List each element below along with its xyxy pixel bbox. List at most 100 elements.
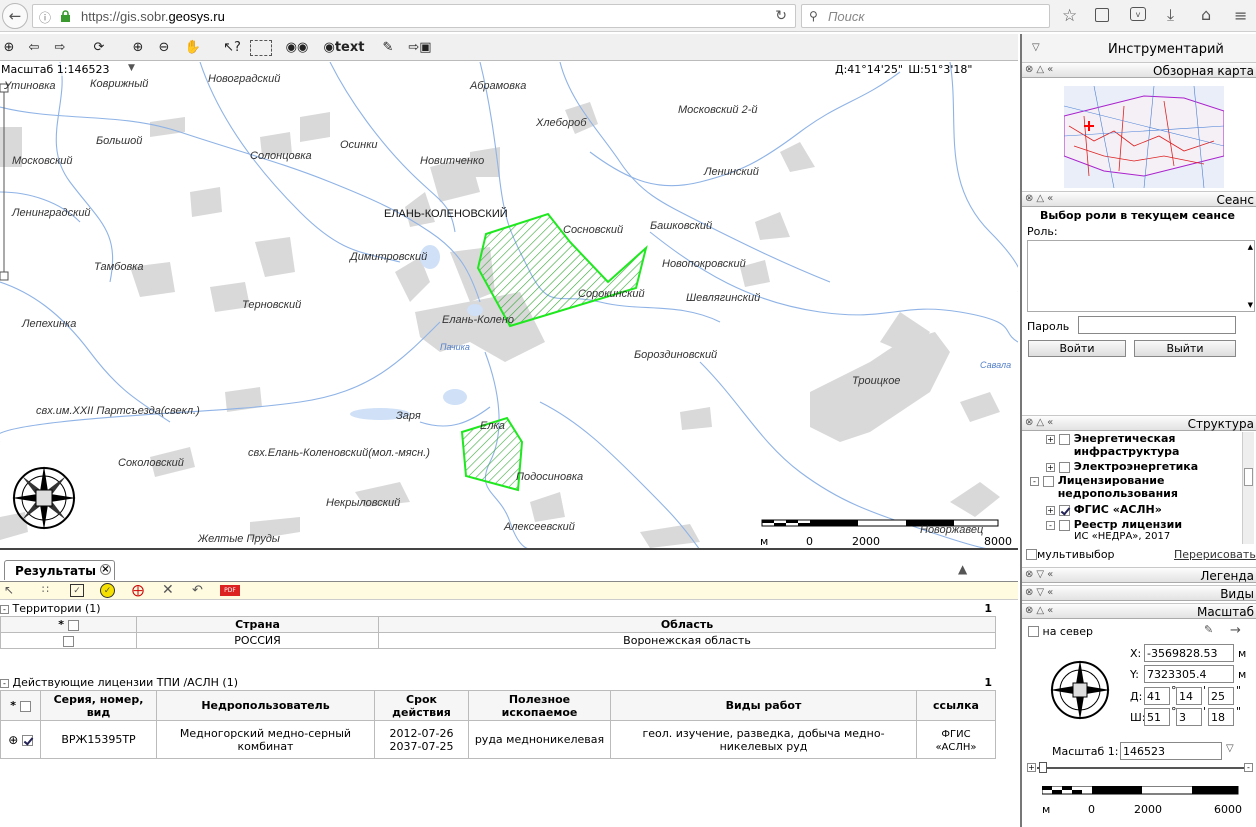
north-checkbox[interactable]: [1028, 626, 1039, 637]
chevron-down-icon[interactable]: ▼: [128, 63, 135, 73]
fgis-link[interactable]: ФГИС «АСЛН»: [935, 729, 976, 753]
delete-icon[interactable]: ✕: [162, 582, 174, 598]
reader-list-icon[interactable]: [1095, 8, 1109, 22]
multiselect-checkbox[interactable]: [1026, 549, 1037, 560]
close-icon[interactable]: ×: [99, 564, 111, 575]
chevron-down-icon[interactable]: ▽: [1226, 743, 1234, 754]
find-text-button[interactable]: ◉text: [320, 37, 368, 58]
export-icon[interactable]: ⇨▣: [406, 37, 434, 58]
overview-header[interactable]: ⊗△« Обзорная карта: [1022, 62, 1256, 78]
results-tab[interactable]: Результаты ×: [4, 560, 115, 580]
map-label: Елань-Колено: [442, 314, 515, 326]
identify-arrow-icon[interactable]: ↖?: [220, 37, 244, 58]
map-canvas[interactable]: Масштаб 1:146523 ▼ Д:41°14'25" Ш:51°3'18…: [0, 62, 1018, 550]
tree-scrollbar[interactable]: [1242, 432, 1254, 544]
zoom-to-icon[interactable]: ⊕: [8, 733, 18, 747]
tree-item[interactable]: + Энергетическая инфраструктура: [1046, 432, 1204, 458]
views-header[interactable]: ⊗▽« Виды: [1022, 585, 1256, 601]
y-coordinate-input[interactable]: 7323305.4: [1144, 665, 1234, 683]
tree-item[interactable]: + ФГИС «АСЛН»: [1046, 503, 1162, 516]
scale-input[interactable]: 146523: [1120, 742, 1222, 760]
zoom-in-icon[interactable]: ⊕: [128, 37, 148, 58]
row-checkbox[interactable]: [63, 635, 74, 647]
info-icon[interactable]: ⓘ: [39, 9, 51, 26]
pan-hand-icon[interactable]: ✋: [182, 37, 204, 58]
logout-button[interactable]: Выйти: [1134, 340, 1236, 357]
pointer-icon[interactable]: ↖: [4, 583, 14, 597]
overview-map[interactable]: [1064, 86, 1224, 188]
lon-min-input[interactable]: 14: [1176, 687, 1202, 705]
measure-ruler-icon[interactable]: ✎: [378, 37, 398, 58]
map-label: Желтые Пруды: [198, 533, 280, 545]
back-arrow-icon[interactable]: ←: [2, 3, 28, 29]
pocket-icon[interactable]: v: [1130, 7, 1146, 21]
tree-item[interactable]: + Электроэнергетика: [1046, 460, 1198, 473]
map-label: Московский 2-й: [678, 104, 758, 116]
highlight-icon[interactable]: ✓: [100, 583, 115, 598]
map-label: Ленинградский: [12, 207, 91, 219]
collapse-panel-icon[interactable]: ▲: [958, 562, 967, 576]
scale-header[interactable]: ⊗△« Масштаб: [1022, 603, 1256, 619]
browser-toolbar: ← ⓘ https://gis.sobr.geosys.ru ↻ ⚲ Поиск…: [0, 0, 1256, 32]
address-bar[interactable]: ⓘ https://gis.sobr.geosys.ru ↻: [32, 4, 796, 28]
scale-bar: [1042, 786, 1239, 795]
chevron-down-icon[interactable]: ▽: [1032, 42, 1040, 53]
north-option[interactable]: на север: [1028, 625, 1093, 638]
edit-coords-icon[interactable]: ✎: [1204, 623, 1213, 636]
collapse-icon: -: [0, 678, 9, 688]
select-rect-icon[interactable]: [250, 40, 272, 56]
session-header[interactable]: ⊗△« Сеанс: [1022, 191, 1256, 207]
tree-item[interactable]: - Реестр лицензии: [1046, 518, 1182, 531]
structure-header[interactable]: ⊗△« Структура: [1022, 415, 1256, 431]
globe-icon[interactable]: ⊕: [0, 37, 18, 58]
menu-icon[interactable]: ≡: [1234, 6, 1247, 25]
tree-item[interactable]: - Лицензирование недропользования: [1030, 474, 1208, 500]
bookmark-star-icon[interactable]: ☆: [1062, 6, 1077, 26]
clear-selection-icon[interactable]: ⨁: [132, 583, 144, 597]
goto-arrow-icon[interactable]: →: [1230, 623, 1241, 638]
x-label: X:: [1130, 647, 1142, 660]
map-label: Терновский: [242, 299, 302, 311]
lat-deg-input[interactable]: 51: [1144, 708, 1170, 726]
pdf-icon[interactable]: PDF: [220, 585, 240, 596]
group-header-territories[interactable]: - Территории (1) 1: [0, 602, 1000, 616]
x-unit: м: [1238, 647, 1247, 660]
find-binoculars-icon[interactable]: ◉◉: [280, 37, 314, 58]
legend-header[interactable]: ⊗▽« Легенда: [1022, 567, 1256, 583]
search-bar[interactable]: ⚲ Поиск: [801, 4, 1050, 28]
lat-min-input[interactable]: 3: [1176, 708, 1202, 726]
undo-icon[interactable]: ↶: [192, 583, 203, 598]
check-all-icon[interactable]: ✓: [70, 584, 84, 597]
role-select-list[interactable]: ▲ ▼: [1027, 240, 1255, 312]
home-icon[interactable]: ⌂: [1201, 5, 1211, 24]
multiselect-option[interactable]: мультивыбор: [1026, 548, 1115, 561]
zoom-out-icon[interactable]: ⊖: [154, 37, 174, 58]
reload-icon[interactable]: ↻: [775, 8, 787, 24]
download-icon[interactable]: ⤓: [1167, 5, 1174, 25]
map-label: Московский: [12, 155, 73, 167]
map-label: Башковский: [650, 220, 713, 232]
search-input[interactable]: Поиск: [828, 9, 865, 24]
map-label: Подосиновка: [516, 471, 584, 483]
next-view-icon[interactable]: ⇨: [50, 37, 70, 58]
url-text[interactable]: https://gis.sobr.geosys.ru: [81, 9, 225, 24]
redraw-link[interactable]: Перерисовать: [1174, 548, 1256, 561]
lock-icon[interactable]: [59, 8, 71, 24]
prev-view-icon[interactable]: ⇦: [24, 37, 44, 58]
select-all-checkbox[interactable]: [67, 619, 79, 631]
row-checkbox[interactable]: [21, 735, 33, 746]
lat-sec-input[interactable]: 18: [1208, 708, 1234, 726]
x-coordinate-input[interactable]: -3569828.53: [1144, 644, 1234, 662]
map-label: Хлебороб: [536, 117, 587, 129]
lon-sec-input[interactable]: 25: [1208, 687, 1234, 705]
password-input[interactable]: [1078, 316, 1236, 334]
login-button[interactable]: Войти: [1028, 340, 1126, 357]
select-all-icon[interactable]: ∷: [42, 583, 49, 596]
select-all-checkbox[interactable]: [19, 700, 31, 712]
lon-deg-input[interactable]: 41: [1144, 687, 1170, 705]
scale-slider[interactable]: + -: [1027, 762, 1253, 774]
refresh-map-icon[interactable]: ⟳: [88, 37, 110, 58]
group-header-licenses[interactable]: - Действующие лицензии ТПИ /АСЛН (1) 1: [0, 676, 1000, 690]
tools-panel: ▽ Инструментарий ⊗△« Обзорная карта ⊗△« Се…: [1020, 34, 1256, 827]
tree-item-sub[interactable]: ИС «НЕДРА», 2017: [1074, 531, 1170, 542]
